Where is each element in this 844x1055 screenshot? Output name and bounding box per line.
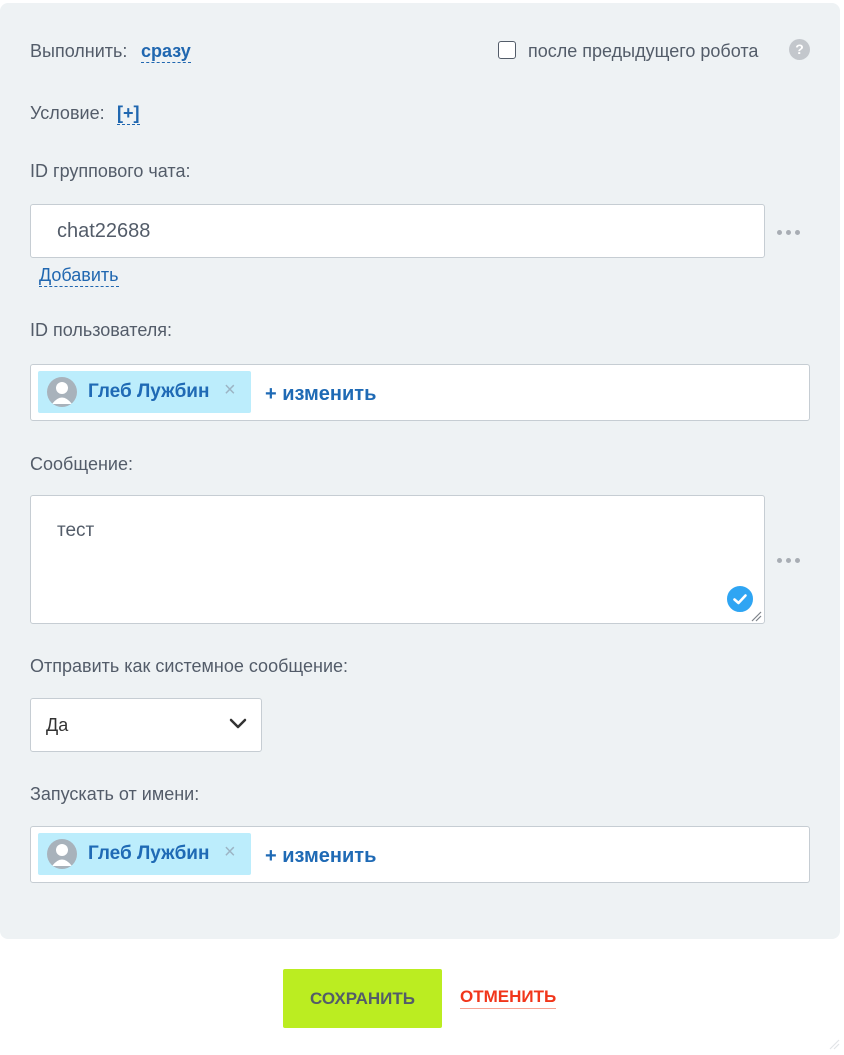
remove-run-as-icon[interactable]: × [224, 841, 236, 864]
message-value: тест [57, 520, 95, 541]
user-tag: Глеб Лужбин × [38, 371, 251, 413]
run-as-label: Запускать от имени: [30, 784, 200, 804]
cancel-button[interactable]: ОТМЕНИТЬ [460, 986, 557, 1009]
user-tag-name: Глеб Лужбин [88, 381, 210, 402]
run-as-field[interactable]: Глеб Лужбин × + изменить [30, 826, 810, 883]
change-user-link[interactable]: + изменить [265, 383, 376, 406]
run-as-tag: Глеб Лужбин × [38, 833, 251, 875]
message-more-icon[interactable] [777, 555, 803, 565]
add-condition-link[interactable]: [+] [117, 102, 140, 125]
robot-settings-panel: Выполнить: сразу после предыдущего робот… [0, 3, 840, 939]
after-previous-checkbox[interactable] [498, 41, 516, 59]
system-message-label: Отправить как системное сообщение: [30, 656, 349, 676]
system-message-selected: Да [46, 715, 69, 735]
message-label: Сообщение: [30, 454, 133, 474]
user-id-field[interactable]: Глеб Лужбин × + изменить [30, 364, 810, 421]
add-group-chat-link[interactable]: Добавить [39, 264, 119, 287]
change-run-as-link[interactable]: + изменить [265, 845, 376, 868]
system-message-select[interactable]: Да [30, 698, 262, 752]
execute-label: Выполнить: [30, 41, 128, 61]
run-as-tag-name: Глеб Лужбин [88, 843, 210, 864]
group-chat-label: ID группового чата: [30, 161, 191, 181]
save-button[interactable]: СОХРАНИТЬ [283, 969, 442, 1028]
chevron-down-icon [229, 717, 247, 735]
group-chat-value: chat22688 [57, 220, 151, 242]
message-textarea[interactable]: тест [30, 495, 765, 624]
user-avatar-icon [47, 377, 77, 407]
run-as-avatar-icon [47, 839, 77, 869]
execute-timing-link[interactable]: сразу [141, 40, 191, 63]
window-resize-icon[interactable] [828, 1037, 840, 1050]
condition-label: Условие: [30, 103, 105, 123]
remove-user-icon[interactable]: × [224, 379, 236, 402]
group-chat-input[interactable]: chat22688 [30, 204, 765, 258]
user-id-label: ID пользователя: [30, 320, 172, 340]
after-previous-label: после предыдущего робота [528, 41, 759, 61]
help-icon[interactable]: ? [789, 39, 810, 60]
group-chat-more-icon[interactable] [777, 227, 803, 237]
resize-handle-icon[interactable] [750, 609, 762, 622]
